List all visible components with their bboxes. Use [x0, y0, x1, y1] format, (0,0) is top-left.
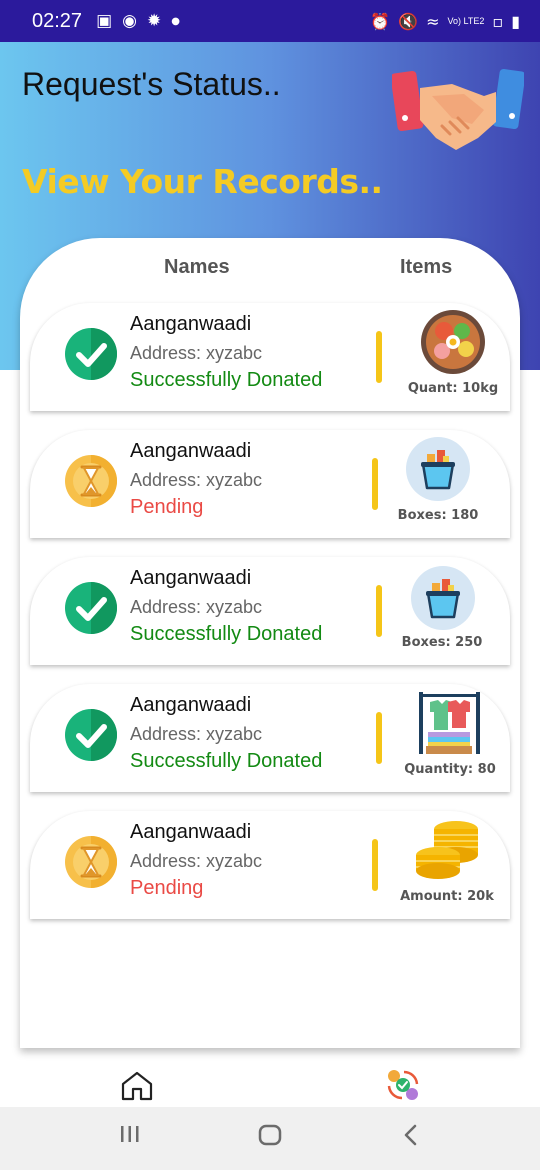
home-icon[interactable] [120, 1070, 154, 1102]
hourglass-icon [65, 836, 117, 888]
dot-icon: ● [171, 15, 180, 27]
gallery-icon: ▣ [96, 11, 113, 31]
divider [376, 331, 382, 383]
divider [376, 585, 382, 637]
back-icon[interactable] [402, 1124, 420, 1146]
mute-icon: 🔇 [398, 11, 419, 31]
recipient-name: Aanganwaadi [130, 440, 252, 462]
item-quantity: Boxes: 250 [401, 635, 483, 650]
clothes-rack-icon [419, 692, 480, 754]
box-icon [411, 566, 475, 630]
page-title: Request's Status.. [22, 66, 281, 102]
recipient-address: Address: xyzabc [130, 724, 263, 744]
signal-app-icon: ✹ [146, 11, 162, 31]
handshake-icon [392, 68, 524, 150]
page-subtitle: View Your Records.. [22, 162, 383, 201]
donation-status: Successfully Donated [130, 369, 323, 391]
battery-icon: ▮ [511, 11, 520, 31]
wifi-icon: ≈ [426, 11, 440, 31]
network-label: Vo) LTE2 [447, 15, 485, 26]
divider [372, 458, 378, 510]
box-icon [406, 437, 470, 501]
clock: 02:27 [32, 9, 83, 32]
item-quantity: Quantity: 80 [404, 762, 496, 777]
success-check-icon [65, 328, 117, 380]
recent-apps-icon[interactable] [119, 1124, 141, 1144]
record-card[interactable]: Aanganwaadi Address: xyzabc Successfully… [30, 557, 510, 665]
item-quantity: Quant: 10kg [407, 381, 499, 396]
donation-status: Pending [130, 496, 204, 518]
incognito-icon: ◉ [122, 11, 137, 31]
recipient-name: Aanganwaadi [130, 313, 252, 335]
donation-status: Pending [130, 877, 204, 899]
alarm-icon: ⏰ [370, 11, 391, 31]
record-card[interactable]: Aanganwaadi Address: xyzabc Successfully… [30, 684, 510, 792]
recipient-address: Address: xyzabc [130, 470, 263, 490]
item-quantity: Boxes: 180 [397, 508, 479, 523]
recipient-name: Aanganwaadi [130, 821, 252, 843]
divider [372, 839, 378, 891]
food-bowl-icon [421, 310, 485, 374]
recipient-address: Address: xyzabc [130, 343, 263, 363]
donation-status: Successfully Donated [130, 750, 323, 772]
record-card[interactable]: Aanganwaadi Address: xyzabc Pending Amou… [30, 811, 510, 919]
success-check-icon [65, 709, 117, 761]
items-column-header: Items [400, 256, 453, 278]
request-status-icon[interactable] [384, 1066, 422, 1104]
divider [376, 712, 382, 764]
coins-icon [416, 821, 478, 879]
recipient-address: Address: xyzabc [130, 597, 263, 617]
signal-icon: ▫ [492, 11, 504, 31]
recipient-name: Aanganwaadi [130, 567, 252, 589]
donation-status: Successfully Donated [130, 623, 323, 645]
success-check-icon [65, 582, 117, 634]
recipient-name: Aanganwaadi [130, 694, 252, 716]
record-card[interactable]: Aanganwaadi Address: xyzabc Successfully… [30, 303, 510, 411]
record-card[interactable]: Aanganwaadi Address: xyzabc Pending Boxe… [30, 430, 510, 538]
hourglass-icon [65, 455, 117, 507]
status-bar: 02:27 ▣ ◉ ✹ ● ⏰ 🔇 ≈ Vo) LTE2 ▫ ▮ [0, 0, 540, 42]
recipient-address: Address: xyzabc [130, 851, 263, 871]
home-button-icon[interactable] [258, 1124, 282, 1146]
names-column-header: Names [164, 256, 230, 278]
item-quantity: Amount: 20k [400, 889, 494, 904]
